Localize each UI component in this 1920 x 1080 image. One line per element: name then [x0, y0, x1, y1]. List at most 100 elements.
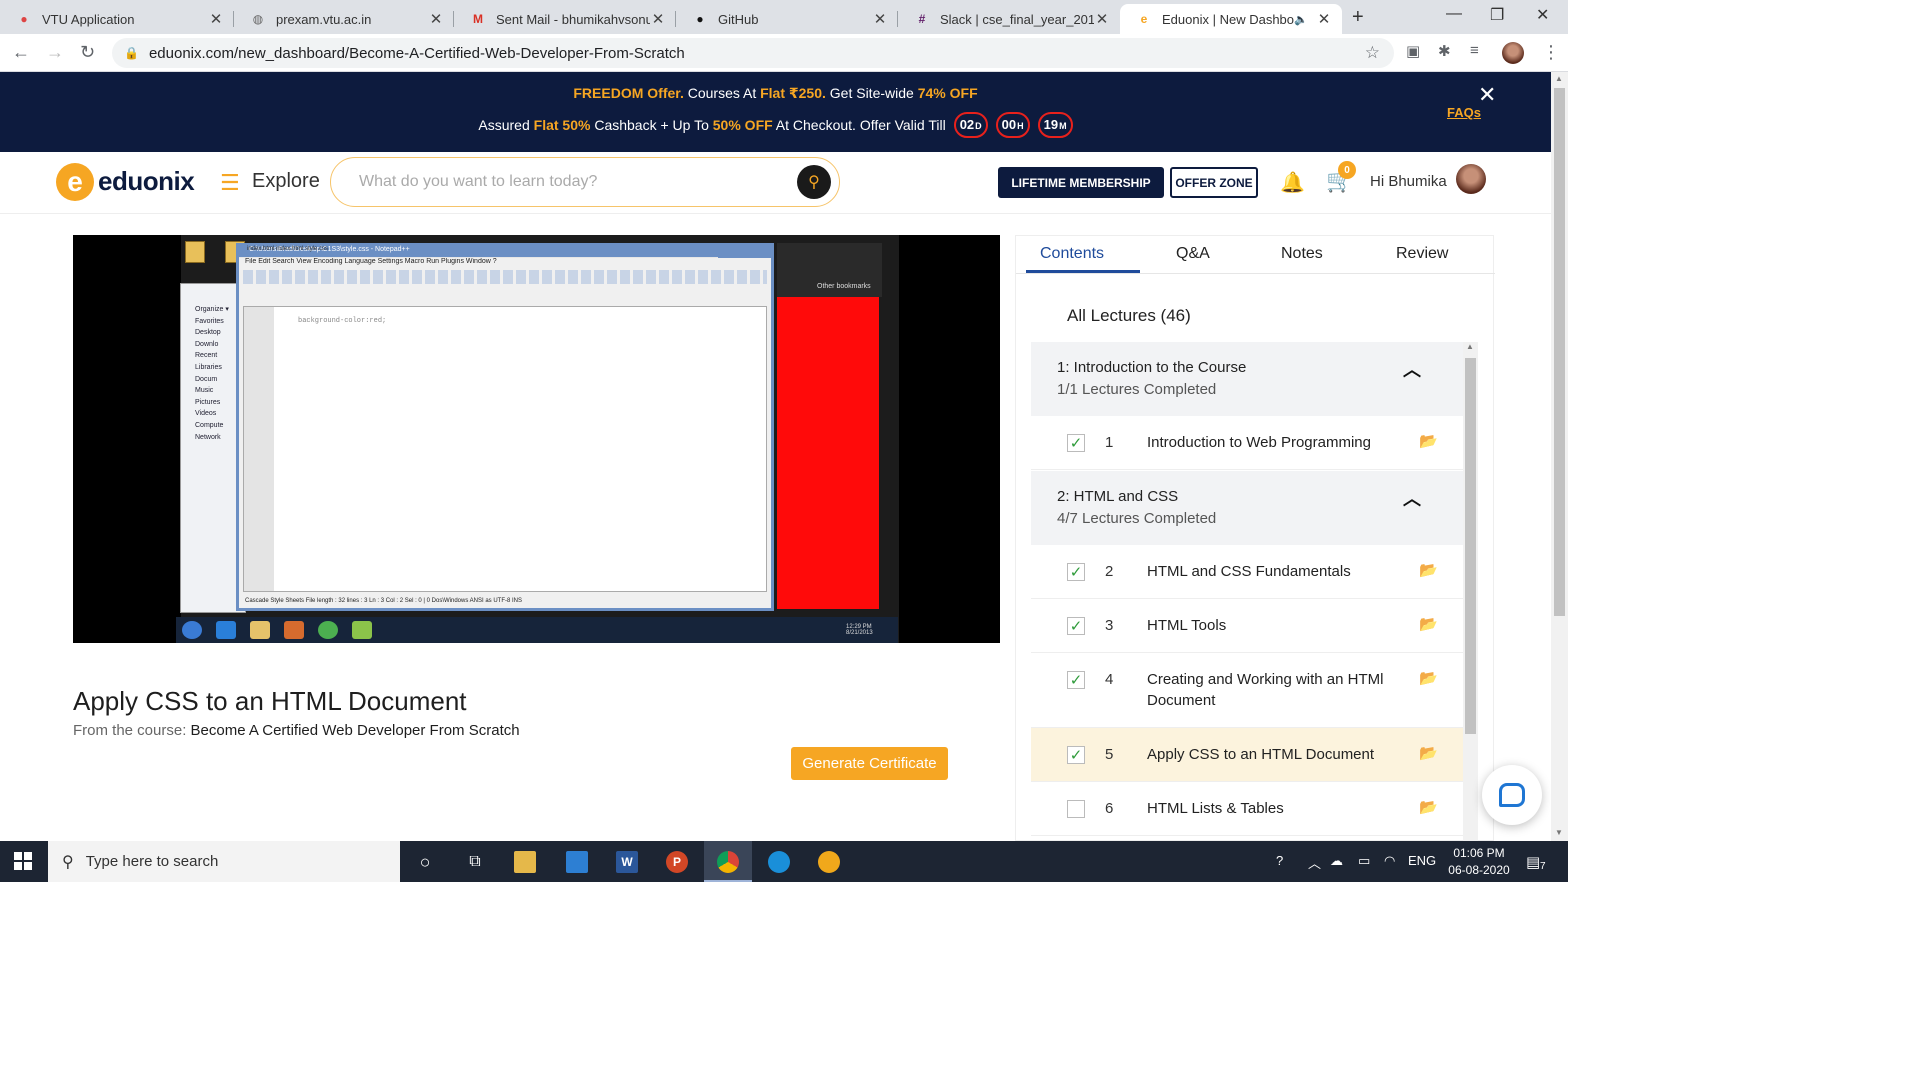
folder-open-icon[interactable]: 📂	[1419, 615, 1438, 633]
window-close-icon[interactable]: ✕	[1536, 5, 1549, 25]
profile-avatar[interactable]	[1502, 42, 1524, 64]
hamburger-menu-icon[interactable]: ☰	[220, 170, 240, 196]
show-hidden-icons-icon[interactable]: ︿	[1308, 853, 1321, 872]
close-tab-icon[interactable]: ✕	[872, 10, 888, 28]
reload-icon[interactable]: ↻	[80, 42, 95, 63]
search-icon: ⚲	[62, 853, 74, 871]
completed-checkbox[interactable]: ✓	[1067, 563, 1085, 581]
completed-checkbox[interactable]: ✓	[1067, 671, 1085, 689]
completed-checkbox[interactable]: ✓	[1067, 434, 1085, 452]
close-tab-icon[interactable]: ✕	[428, 10, 444, 28]
lecture-list-scrollbar[interactable]: ▲	[1463, 342, 1478, 842]
folder-open-icon[interactable]: 📂	[1419, 669, 1438, 687]
tab-contents[interactable]: Contents	[1040, 245, 1104, 263]
minimize-icon[interactable]: —	[1446, 5, 1462, 23]
lifetime-membership-button[interactable]: LIFETIME MEMBERSHIP	[998, 167, 1164, 198]
lock-icon[interactable]: 🔒	[124, 46, 139, 60]
notification-bell-icon[interactable]: 🔔	[1280, 170, 1305, 195]
browser-tab-slack[interactable]: # Slack | cse_final_year_2019_2 ✕	[898, 4, 1120, 34]
task-view-icon[interactable]: ⧉	[464, 851, 486, 873]
video-player[interactable]: Organize ▾ Favorites Desktop Downlo Rece…	[73, 235, 1000, 643]
incomplete-checkbox[interactable]	[1067, 800, 1085, 818]
scroll-up-icon[interactable]: ▲	[1555, 74, 1563, 83]
folder-open-icon[interactable]: 📂	[1419, 798, 1438, 816]
url-text[interactable]: eduonix.com/new_dashboard/Become-A-Certi…	[149, 45, 685, 62]
mail-icon[interactable]	[566, 851, 588, 873]
folder-open-icon[interactable]: 📂	[1419, 432, 1438, 450]
user-avatar[interactable]	[1456, 164, 1486, 194]
page-scrollbar[interactable]: ▲ ▼	[1551, 72, 1568, 841]
brave-icon[interactable]	[818, 851, 840, 873]
taskbar-clock[interactable]: 01:06 PM 06-08-2020	[1446, 845, 1512, 879]
onedrive-icon[interactable]: ☁	[1330, 853, 1343, 869]
browser-tab-github[interactable]: ● GitHub ✕	[676, 4, 898, 34]
close-tab-icon[interactable]: ✕	[1094, 10, 1110, 28]
lecture-row-current[interactable]: ✓ 5 Apply CSS to an HTML Document 📂	[1031, 728, 1463, 782]
taskbar-search-input[interactable]	[85, 853, 366, 870]
search-button[interactable]: ⚲	[797, 165, 831, 199]
chevron-up-icon[interactable]: ︿	[1403, 356, 1421, 382]
maximize-icon[interactable]: ❐	[1490, 5, 1504, 25]
bookmark-star-icon[interactable]: ☆	[1365, 43, 1380, 63]
lecture-row[interactable]: ✓ 1 Introduction to Web Programming 📂	[1031, 416, 1463, 470]
section-header[interactable]: 2: HTML and CSS 4/7 Lectures Completed ︿	[1031, 471, 1463, 545]
section-header[interactable]: 1: Introduction to the Course 1/1 Lectur…	[1031, 342, 1463, 416]
eduonix-logo-icon[interactable]: e	[56, 163, 94, 201]
powerpoint-icon[interactable]: P	[666, 851, 688, 873]
search-input[interactable]	[359, 170, 779, 194]
wifi-icon[interactable]: ◠	[1384, 853, 1395, 869]
battery-icon[interactable]: ▭	[1358, 853, 1370, 869]
browser-tab-prexam[interactable]: ◍ prexam.vtu.ac.in ✕	[234, 4, 454, 34]
cortana-icon[interactable]: ○	[414, 851, 436, 873]
chevron-up-icon[interactable]: ︿	[1403, 485, 1421, 511]
close-tab-icon[interactable]: ✕	[1316, 10, 1332, 28]
lecture-row[interactable]: ✓ 4 Creating and Working with an HTMl Do…	[1031, 653, 1463, 728]
puzzle-extensions-icon[interactable]: ✱	[1438, 42, 1451, 60]
page-scroll-thumb[interactable]	[1554, 88, 1565, 616]
language-indicator[interactable]: ENG	[1408, 853, 1436, 868]
new-tab-icon[interactable]: +	[1352, 6, 1364, 29]
offer-zone-button[interactable]: OFFER ZONE	[1170, 167, 1258, 198]
close-tab-icon[interactable]: ✕	[650, 10, 666, 28]
generate-certificate-button[interactable]: Generate Certificate	[791, 747, 948, 780]
browser-tab-eduonix[interactable]: e Eduonix | New Dashboar 🔈 ✕	[1120, 4, 1342, 34]
back-icon[interactable]: ←	[12, 42, 30, 63]
windows-start-icon[interactable]	[14, 852, 32, 870]
lecture-row[interactable]: ✓ 3 HTML Tools 📂	[1031, 599, 1463, 653]
scroll-up-icon[interactable]: ▲	[1466, 342, 1474, 351]
faqs-link[interactable]: FAQs	[1447, 105, 1481, 120]
extension-icon[interactable]: ▣	[1406, 42, 1420, 60]
browser-tab-vtu[interactable]: ● VTU Application ✕	[0, 4, 234, 34]
eduonix-logo-text[interactable]: eduonix	[98, 166, 195, 197]
forward-icon[interactable]: →	[46, 42, 64, 63]
browser-tab-gmail[interactable]: M Sent Mail - bhumikahvsonu@ ✕	[454, 4, 676, 34]
file-explorer-icon[interactable]	[514, 851, 536, 873]
completed-checkbox[interactable]: ✓	[1067, 746, 1085, 764]
tab-review[interactable]: Review	[1396, 245, 1448, 263]
explore-link[interactable]: Explore	[252, 170, 320, 193]
address-bar[interactable]: 🔒 eduonix.com/new_dashboard/Become-A-Cer…	[112, 38, 1394, 68]
audio-playing-icon[interactable]: 🔈	[1294, 13, 1308, 26]
lecture-row[interactable]: 6 HTML Lists & Tables 📂	[1031, 782, 1463, 836]
folder-open-icon[interactable]: 📂	[1419, 561, 1438, 579]
tab-notes[interactable]: Notes	[1281, 245, 1323, 263]
tab-qa[interactable]: Q&A	[1176, 245, 1210, 263]
completed-checkbox[interactable]: ✓	[1067, 617, 1085, 635]
folder-open-icon[interactable]: 📂	[1419, 744, 1438, 762]
lecture-row[interactable]: ✓ 2 HTML and CSS Fundamentals 📂	[1031, 545, 1463, 599]
close-tab-icon[interactable]: ✕	[208, 10, 224, 28]
course-link[interactable]: Become A Certified Web Developer From Sc…	[191, 722, 520, 739]
help-icon[interactable]: ?	[1276, 853, 1283, 868]
chrome-icon[interactable]	[717, 851, 739, 873]
media-control-icon[interactable]: ≡	[1470, 42, 1479, 59]
notification-center-icon[interactable]: ▤	[1526, 853, 1540, 871]
word-icon[interactable]: W	[616, 851, 638, 873]
scroll-down-icon[interactable]: ▼	[1555, 828, 1563, 837]
countdown-days: 02 D	[953, 112, 988, 138]
user-greeting[interactable]: Hi Bhumika	[1370, 173, 1447, 190]
scroll-thumb[interactable]	[1465, 358, 1476, 734]
edge-icon[interactable]	[768, 851, 790, 873]
taskbar-search[interactable]: ⚲	[48, 841, 400, 882]
chat-support-button[interactable]	[1482, 765, 1542, 825]
chrome-menu-icon[interactable]: ⋮	[1542, 42, 1560, 63]
